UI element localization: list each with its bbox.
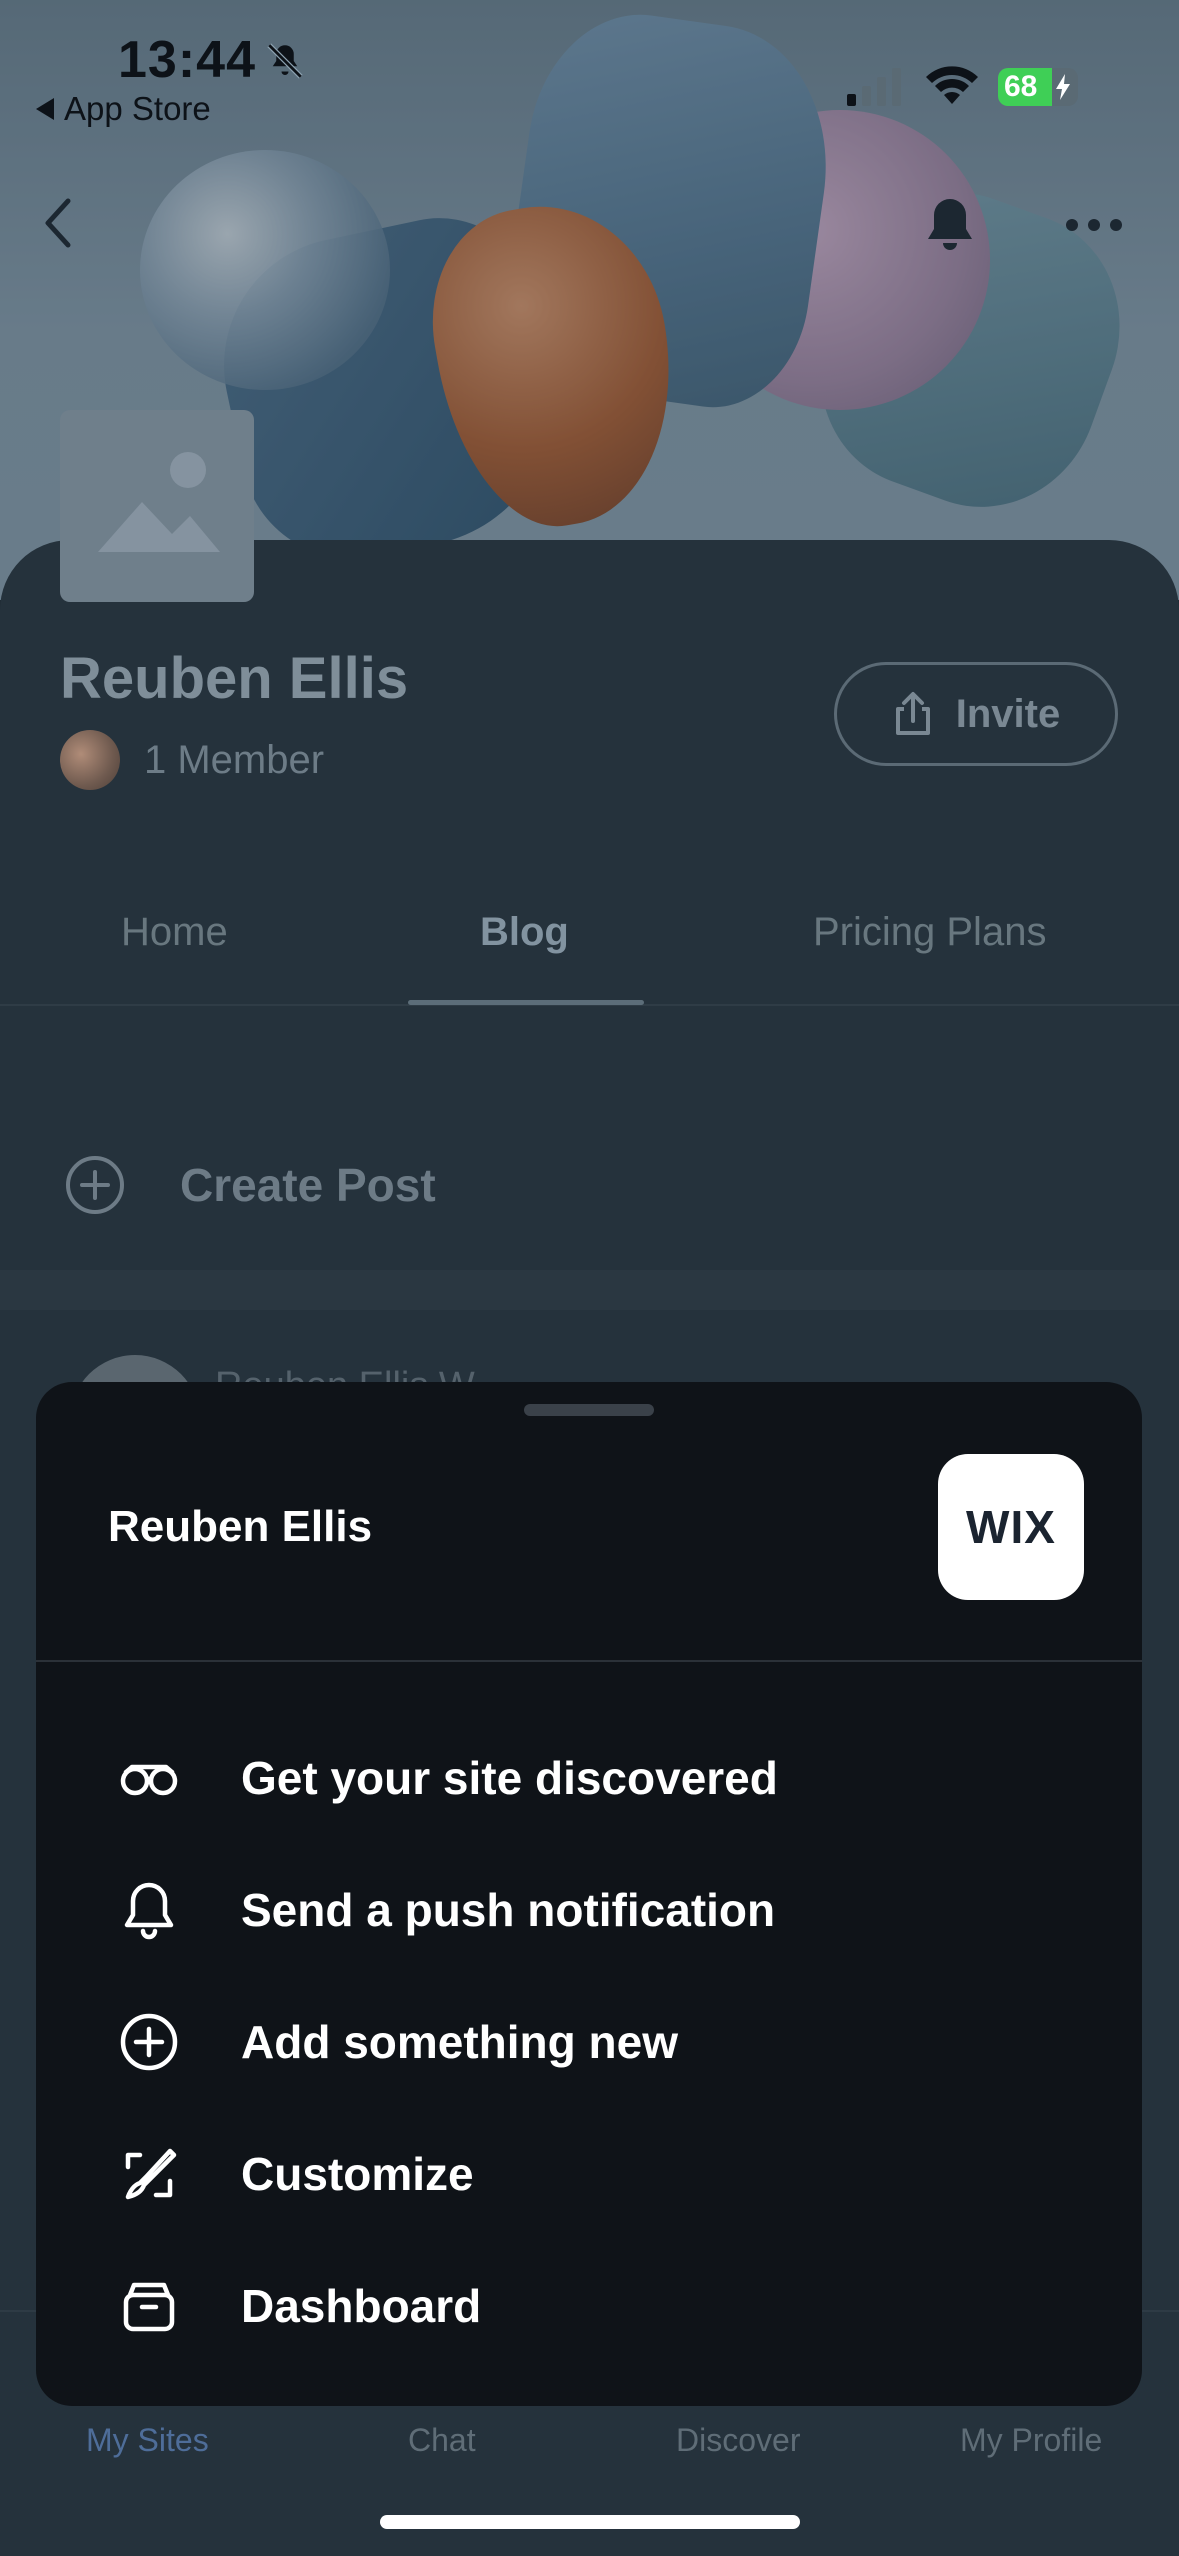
create-post-button[interactable]: Create Post	[0, 1100, 1179, 1270]
tab-blog[interactable]: Blog	[480, 910, 569, 955]
back-app-store-label: App Store	[64, 90, 211, 127]
cellular-signal-icon	[847, 68, 901, 106]
archive-box-icon	[123, 2282, 175, 2332]
menu-item-add-new[interactable]: Add something new	[36, 1976, 1142, 2108]
sheet-divider	[36, 1660, 1142, 1662]
action-menu: Get your site discovered Send a push not…	[36, 1712, 1142, 2372]
back-to-app-store[interactable]: App Store	[36, 90, 211, 128]
menu-item-dashboard[interactable]: Dashboard	[36, 2240, 1142, 2372]
bell-icon	[124, 1882, 174, 1940]
site-logo-placeholder	[60, 410, 254, 602]
tab-pricing-plans[interactable]: Pricing Plans	[813, 910, 1046, 955]
tab-home[interactable]: Home	[121, 910, 228, 955]
status-bar: 13:44 App Store 68	[0, 0, 1179, 130]
plus-circle-icon	[66, 1156, 124, 1214]
site-name: Reuben Ellis	[60, 646, 409, 711]
plus-circle-icon	[120, 2013, 178, 2071]
back-triangle-icon	[36, 98, 54, 120]
battery-indicator: 68	[998, 68, 1078, 106]
image-placeholder-icon	[98, 452, 220, 552]
create-post-label: Create Post	[180, 1159, 436, 1211]
avatar	[60, 730, 120, 790]
menu-item-get-discovered[interactable]: Get your site discovered	[36, 1712, 1142, 1844]
wix-logo-text: WIX	[966, 1501, 1056, 1553]
invite-button[interactable]: Invite	[834, 662, 1118, 766]
clock: 13:44	[118, 31, 256, 89]
brush-icon	[125, 2148, 177, 2200]
menu-item-label: Customize	[241, 2148, 474, 2200]
active-tab-indicator	[408, 1000, 644, 1005]
chevron-left-icon[interactable]	[38, 195, 78, 251]
member-info[interactable]: 1 Member	[60, 730, 324, 790]
home-indicator	[380, 2515, 800, 2529]
invite-label: Invite	[955, 691, 1061, 736]
nav-my-sites[interactable]: My Sites	[86, 2422, 209, 2459]
wix-logo: WIX	[938, 1454, 1084, 1600]
sheet-grabber[interactable]	[524, 1404, 654, 1416]
menu-item-label: Dashboard	[241, 2280, 482, 2332]
menu-item-label: Get your site discovered	[241, 1752, 778, 1804]
menu-item-push-notification[interactable]: Send a push notification	[36, 1844, 1142, 1976]
more-icon[interactable]	[1064, 215, 1124, 235]
nav-chat[interactable]: Chat	[408, 2422, 476, 2459]
bell-slash-icon	[267, 43, 303, 79]
tab-bar: Home Blog Pricing Plans	[0, 890, 1179, 1006]
member-count: 1 Member	[144, 737, 325, 782]
menu-item-label: Add something new	[241, 2016, 678, 2068]
charging-bolt-icon	[1056, 74, 1070, 100]
wifi-icon	[926, 66, 978, 104]
section-divider	[0, 1270, 1179, 1310]
menu-item-customize[interactable]: Customize	[36, 2108, 1142, 2240]
binoculars-icon	[120, 1764, 178, 1796]
bell-icon[interactable]	[922, 195, 978, 255]
site-actions-sheet: Reuben Ellis WIX Get your site discovere…	[36, 1382, 1142, 2406]
sheet-title: Reuben Ellis	[108, 1502, 373, 1551]
menu-item-label: Send a push notification	[241, 1884, 776, 1936]
nav-discover[interactable]: Discover	[676, 2422, 800, 2459]
share-icon	[895, 692, 930, 735]
nav-my-profile[interactable]: My Profile	[960, 2422, 1102, 2459]
